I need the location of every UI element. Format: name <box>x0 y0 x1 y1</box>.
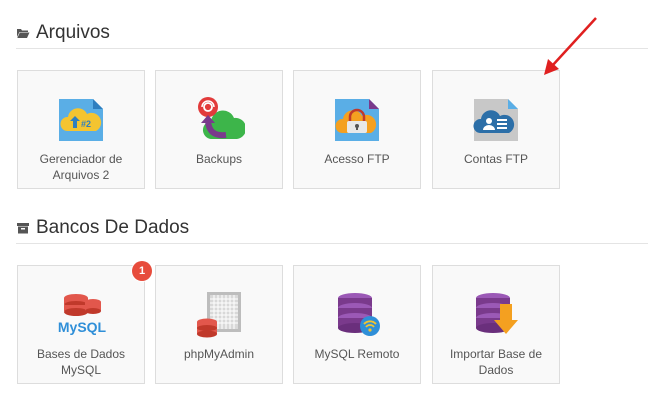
tile-label: MySQL Remoto <box>314 347 400 361</box>
tile-ftp-accounts[interactable]: Contas FTP <box>432 70 560 189</box>
remote-mysql-icon <box>333 290 383 340</box>
section-title: Bancos De Dados <box>36 217 190 238</box>
svg-text:MySQL: MySQL <box>58 319 107 335</box>
tile-file-manager[interactable]: #2 Gerenciador de Arquivos 2 <box>17 70 145 189</box>
folder-open-icon <box>16 26 30 40</box>
section-divider <box>16 243 648 244</box>
tile-label: Backups <box>195 152 243 166</box>
tile-label: Gerenciador de Arquivos 2 <box>39 152 123 182</box>
section-title: Arquivos <box>36 22 110 43</box>
ftp-access-icon <box>333 95 383 145</box>
tile-remote-mysql[interactable]: MySQL Remoto <box>293 265 421 384</box>
backup-icon <box>195 95 247 145</box>
phpmyadmin-icon <box>195 290 245 340</box>
svg-text:#2: #2 <box>81 119 91 129</box>
annotation-arrow <box>544 17 597 75</box>
tile-ftp-access[interactable]: Acesso FTP <box>293 70 421 189</box>
tile-label: Contas FTP <box>463 152 529 166</box>
tile-phpmyadmin[interactable]: phpMyAdmin <box>155 265 283 384</box>
tile-label: Bases de Dados MySQL <box>36 347 126 377</box>
tile-label: phpMyAdmin <box>183 347 255 361</box>
archive-icon <box>16 221 30 235</box>
file-manager-icon: #2 <box>57 95 107 145</box>
tile-mysql-databases[interactable]: MySQL Bases de Dados MySQL <box>17 265 145 384</box>
tile-label: Acesso FTP <box>324 152 390 166</box>
import-database-icon <box>472 290 522 340</box>
tile-backups[interactable]: Backups <box>155 70 283 189</box>
tile-import-database[interactable]: Importar Base de Dados <box>432 265 560 384</box>
ftp-accounts-icon <box>472 95 522 145</box>
mysql-databases-icon: MySQL <box>57 290 107 340</box>
tile-label: Importar Base de Dados <box>449 347 543 377</box>
notification-badge: 1 <box>132 261 152 281</box>
section-header-databases: Bancos De Dados <box>16 215 648 241</box>
